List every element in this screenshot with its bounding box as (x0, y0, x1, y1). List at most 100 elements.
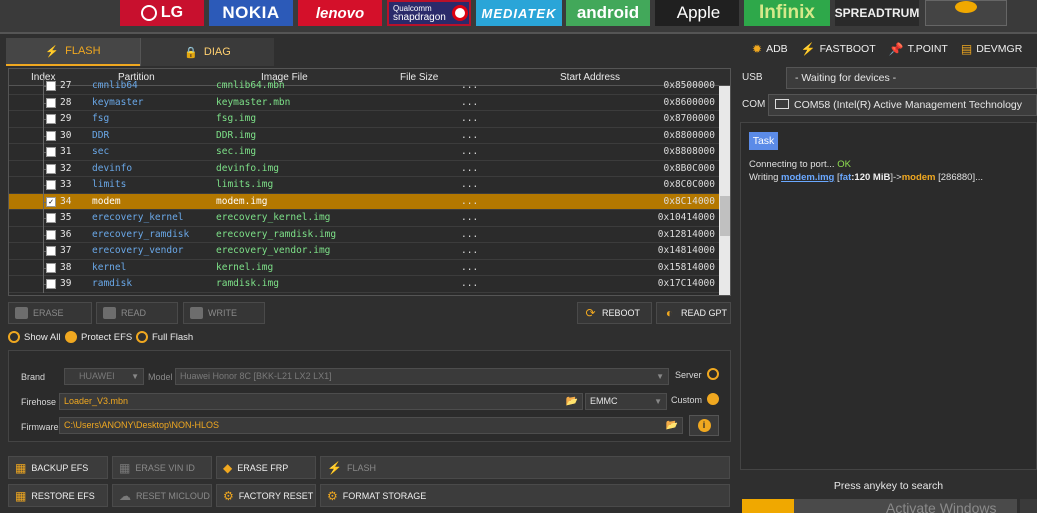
read-button[interactable]: READ (96, 302, 178, 324)
adb-button[interactable]: ✹ ADB (752, 42, 788, 56)
row-checkbox[interactable] (46, 163, 56, 174)
mediatek-logo[interactable]: MEDIATEK (476, 0, 562, 26)
press-key-hint: Press anykey to search (833, 480, 944, 492)
row-index: 29 (60, 113, 72, 124)
table-row[interactable]: 38 kernel kernel.img... 0x15814000 (9, 259, 719, 277)
row-checkbox[interactable]: ✓ (46, 196, 56, 207)
row-file-size: ... (461, 113, 479, 124)
log-fat-key: fat (839, 172, 852, 183)
full-flash-radio[interactable] (136, 331, 148, 343)
table-row[interactable]: 39 ramdisk ramdisk.img... 0x17C14000 (9, 276, 719, 293)
brand-select[interactable]: HUAWEI ▼ (64, 368, 144, 385)
table-row[interactable]: 33 limits limits.img... 0x8C0C000 (9, 177, 719, 194)
row-checkbox[interactable] (46, 246, 56, 256)
firehose-field[interactable]: Loader_V3.mbn 📂 (59, 393, 583, 410)
firmware-field[interactable]: C:\Users\ANONY\Desktop\NON-HLOS 📂 (59, 417, 683, 434)
table-row[interactable]: 35 erecovery_kernel erecovery_kernel.img..… (9, 210, 719, 227)
protect-efs-label: Protect EFS (81, 331, 133, 343)
info-button[interactable]: i (689, 415, 719, 436)
reset-micloud-button[interactable]: ☁ RESET MICLOUD (112, 484, 212, 507)
write-button[interactable]: WRITE (183, 302, 265, 324)
protect-efs-checkbox[interactable] (65, 331, 77, 343)
folder-icon[interactable]: 📂 (566, 394, 578, 409)
table-row[interactable]: 31 sec sec.img... 0x8808000 (9, 144, 719, 161)
row-checkbox[interactable] (46, 213, 56, 223)
apple-logo[interactable]: Apple (655, 0, 739, 26)
backup-efs-button[interactable]: ▦ BACKUP EFS (8, 456, 108, 479)
row-checkbox[interactable] (46, 147, 56, 157)
table-row[interactable]: 29 fsg fsg.img... 0x8700000 (9, 111, 719, 128)
full-flash-option[interactable]: Full Flash (136, 331, 193, 343)
table-row[interactable]: ✓ 34 modem modem.img... 0x8C14000 (9, 193, 719, 211)
lenovo-logo-text: lenovo (315, 4, 365, 22)
row-checkbox[interactable] (46, 180, 56, 190)
row-file-size: ... (461, 278, 479, 289)
row-checkbox[interactable] (46, 81, 56, 91)
spreadtrum-logo[interactable]: SPREADTRUM (835, 0, 919, 26)
format-storage-button[interactable]: ⚙ FORMAT STORAGE (320, 484, 730, 507)
reboot-button[interactable]: ⟳ REBOOT (577, 302, 652, 324)
erase-vin-id-label: ERASE VIN ID (135, 462, 195, 473)
custom-checkbox[interactable] (707, 393, 719, 405)
usb-status-field[interactable]: - Waiting for devices - (786, 67, 1037, 89)
android-logo[interactable]: android (566, 0, 650, 26)
row-checkbox[interactable] (46, 279, 56, 289)
row-checkbox[interactable] (46, 130, 56, 141)
restore-efs-button[interactable]: ▦ RESTORE EFS (8, 484, 108, 507)
row-start-address: 0x8500000 (663, 80, 715, 91)
factory-reset-button[interactable]: ⚙ FACTORY RESET (216, 484, 316, 507)
tpoint-button[interactable]: 📌 T.POINT (889, 42, 948, 56)
table-row[interactable]: 36 erecovery_ramdisk erecovery_ramdisk.img… (9, 226, 719, 244)
row-start-address: 0x8700000 (663, 113, 715, 124)
table-row[interactable]: 30 DDR DDR.img... 0x8800000 (9, 127, 719, 145)
tab-flash[interactable]: ⚡ FLASH (6, 38, 140, 66)
qualcomm-snapdragon-logo[interactable]: Qualcomm snapdragon (387, 0, 471, 26)
com-port-value: COM58 (Intel(R) Active Management Techno… (794, 99, 1022, 111)
devmgr-button[interactable]: ▤ DEVMGR (961, 42, 1022, 56)
lg-logo[interactable]: LG (120, 0, 204, 26)
table-row[interactable]: 32 devinfo devinfo.img... 0x8B0C000 (9, 160, 719, 178)
show-all-option[interactable]: Show All (8, 331, 60, 343)
task-button[interactable]: Task (749, 132, 778, 150)
protect-efs-option[interactable]: Protect EFS (65, 331, 132, 343)
read-gpt-button[interactable]: ◐ READ GPT (656, 302, 731, 324)
erase-frp-button[interactable]: ◆ ERASE FRP (216, 456, 316, 479)
storage-select[interactable]: EMMC ▼ (585, 393, 667, 410)
log-file-link[interactable]: modem.img (781, 172, 834, 183)
row-image-file: devinfo.img (216, 162, 279, 174)
android-logo-text: android (576, 3, 640, 22)
lenovo-logo[interactable]: lenovo (298, 0, 382, 26)
table-row[interactable]: 37 erecovery_vendor erecovery_vendor.img..… (9, 243, 719, 260)
row-partition: limits (92, 179, 127, 190)
model-select[interactable]: Huawei Honor 8C [BKK-L21 LX2 LX1] ▼ (175, 368, 669, 385)
table-row[interactable]: 27 cmnlib64 cmnlib64.mbn... 0x8500000 (9, 78, 719, 95)
gear-icon: ⚙ (223, 488, 234, 503)
server-radio[interactable] (707, 368, 719, 380)
table-scrollbar[interactable] (719, 86, 730, 295)
custom-label: Custom (671, 395, 703, 405)
adb-label: ADB (766, 43, 788, 55)
row-checkbox[interactable] (46, 262, 56, 273)
row-index: 38 (60, 261, 72, 273)
fastboot-label: FASTBOOT (819, 43, 876, 55)
scrollbar-thumb[interactable] (720, 196, 730, 236)
com-port-select[interactable]: COM58 (Intel(R) Active Management Techno… (768, 94, 1037, 116)
erase-vin-id-button[interactable]: ▦ ERASE VIN ID (112, 456, 212, 479)
model-value: Huawei Honor 8C [BKK-L21 LX2 LX1] (180, 371, 332, 381)
info-icon: i (697, 419, 711, 432)
erase-button[interactable]: ERASE (8, 302, 92, 324)
brand-label: Brand (21, 372, 46, 382)
row-partition: keymaster (92, 96, 144, 108)
row-checkbox[interactable] (46, 229, 56, 240)
show-all-radio[interactable] (8, 331, 20, 343)
row-checkbox[interactable] (46, 97, 56, 108)
flash-button[interactable]: ⚡ FLASH (320, 456, 730, 479)
table-row[interactable]: 28 keymaster keymaster.mbn... 0x8600000 (9, 94, 719, 112)
extra-brand-logo[interactable] (925, 0, 1007, 26)
folder-icon[interactable]: 📂 (666, 418, 678, 433)
fastboot-button[interactable]: ⚡ FASTBOOT (801, 42, 876, 56)
infinix-logo[interactable]: Infinix (744, 0, 830, 26)
nokia-logo[interactable]: NOKIA (209, 0, 293, 26)
row-checkbox[interactable] (46, 114, 56, 124)
tab-diag[interactable]: 🔒 DIAG (140, 38, 274, 66)
